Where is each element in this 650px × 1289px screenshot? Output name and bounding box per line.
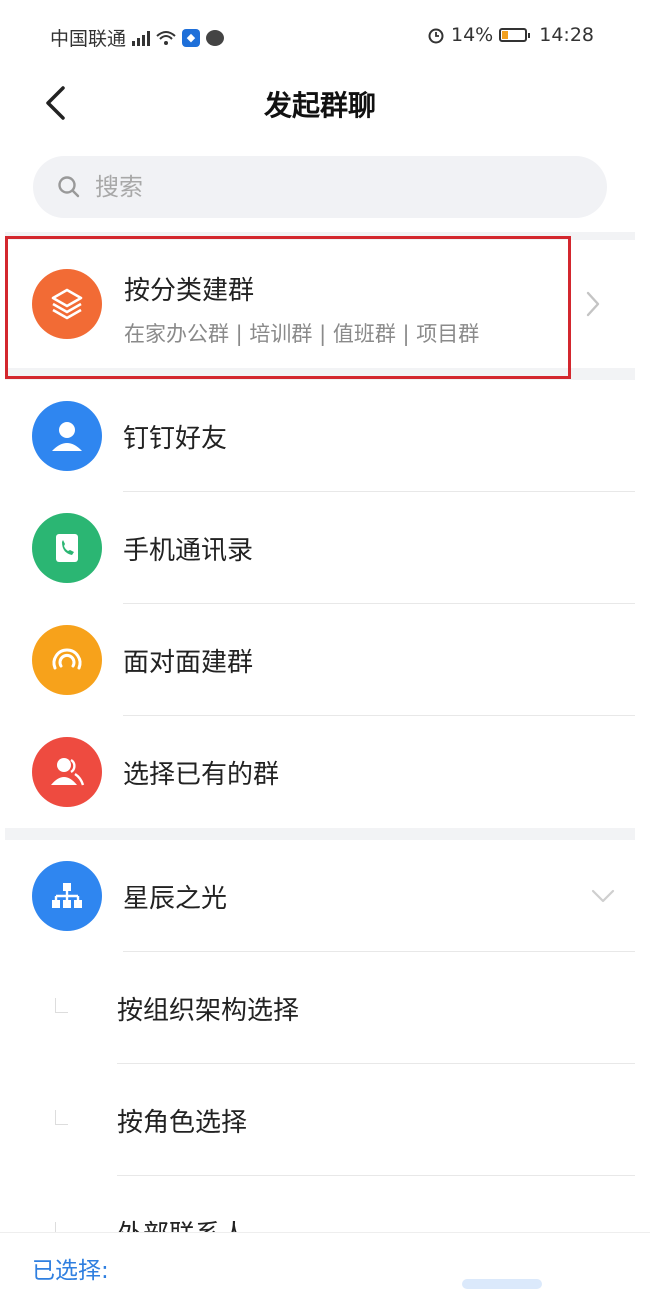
org-option-label: 按组织架构选择 — [117, 996, 300, 1026]
entry-label: 选择已有的群 — [123, 759, 280, 790]
entry-avatar — [32, 625, 102, 695]
search-input[interactable] — [93, 172, 557, 202]
selection-bar: 已选择: — [0, 1232, 650, 1289]
entry-avatar — [32, 401, 102, 471]
entry-label: 手机通讯录 — [123, 535, 254, 566]
tree-connector — [55, 998, 68, 1013]
organization-avatar — [32, 861, 102, 931]
highlight-box — [5, 236, 571, 379]
entry-avatar — [32, 737, 102, 807]
entry-phone-contacts[interactable]: 手机通讯录 — [5, 492, 635, 604]
alarm-icon — [428, 28, 444, 44]
battery-icon — [499, 28, 531, 42]
chevron-right-icon — [586, 291, 600, 317]
clock: 14:28 — [539, 24, 594, 46]
entry-existing-group[interactable]: 选择已有的群 — [5, 716, 635, 828]
wifi-icon — [156, 30, 176, 45]
battery-percent: 14% — [451, 24, 494, 46]
carrier-name: 中国联通 — [50, 28, 127, 50]
selected-label: 已选择: — [32, 1258, 109, 1284]
status-right: 14% 14:28 — [427, 24, 594, 46]
user-icon — [52, 422, 82, 451]
search-bar[interactable] — [33, 156, 607, 218]
entry-face-to-face[interactable]: 面对面建群 — [5, 604, 635, 716]
search-icon — [58, 176, 80, 198]
entry-label: 面对面建群 — [123, 647, 254, 678]
shield-app-icon: ◆ — [182, 28, 201, 47]
signal-icon — [132, 30, 151, 46]
tree-connector — [55, 1110, 68, 1125]
org-option-label: 按角色选择 — [117, 1108, 248, 1138]
message-icon — [206, 29, 225, 46]
chevron-down-icon — [591, 889, 615, 903]
organization-row[interactable]: 星辰之光 — [5, 840, 635, 952]
phone-book-icon — [56, 534, 78, 562]
org-chart-icon — [52, 883, 82, 908]
group-icon — [51, 758, 85, 786]
status-left: 中国联通 ◆ — [50, 24, 225, 51]
signal-wave-icon — [52, 648, 82, 670]
status-bar: 中国联通 ◆ 14% 14:28 — [0, 0, 650, 72]
entry-avatar — [32, 513, 102, 583]
entry-dingtalk-friends[interactable]: 钉钉好友 — [5, 380, 635, 492]
entry-label: 钉钉好友 — [123, 423, 228, 454]
org-option-role[interactable]: 按角色选择 — [5, 1064, 635, 1176]
nav-bar: 发起群聊 — [0, 72, 650, 142]
page-title: 发起群聊 — [263, 89, 376, 122]
organization-name: 星辰之光 — [123, 883, 228, 914]
org-option-structure[interactable]: 按组织架构选择 — [5, 952, 635, 1064]
confirm-button[interactable] — [462, 1279, 542, 1289]
section-gap — [5, 828, 635, 840]
